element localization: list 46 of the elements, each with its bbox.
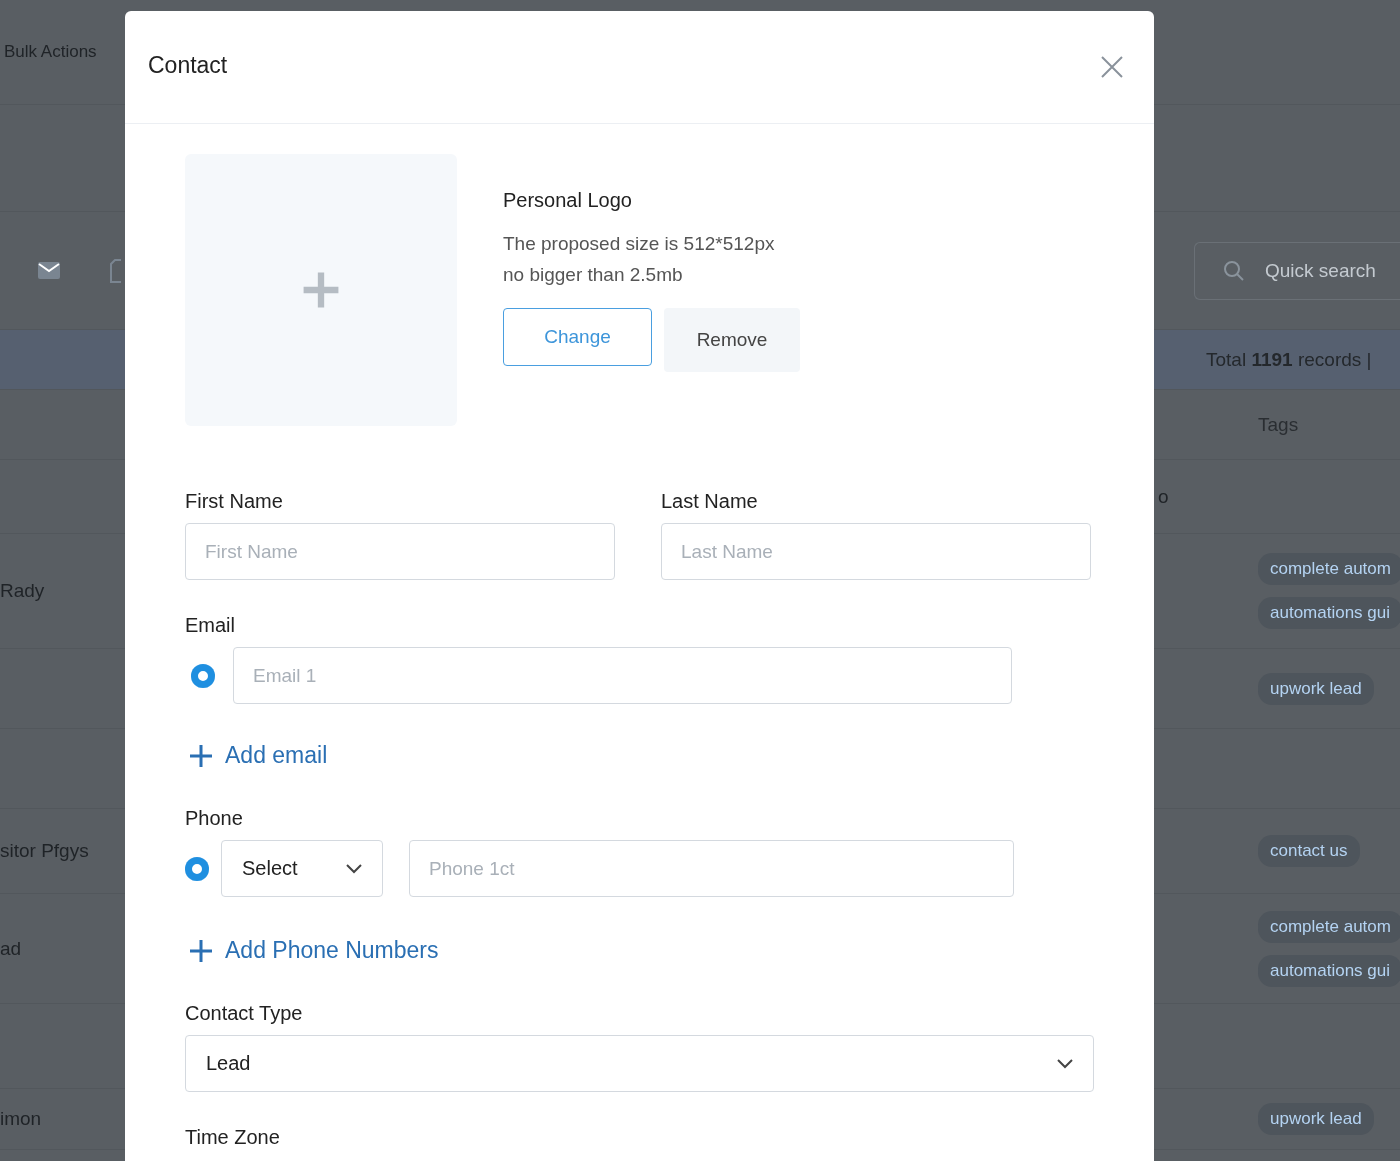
primary-radio[interactable] bbox=[185, 856, 209, 881]
field-label: Email bbox=[185, 614, 236, 637]
mail-icon[interactable] bbox=[38, 262, 60, 279]
logo-hint: no bigger than 2.5mb bbox=[503, 262, 684, 287]
tag: upwork lead bbox=[1258, 672, 1374, 705]
plus-icon bbox=[302, 271, 340, 309]
dialog-title: Contact bbox=[148, 51, 228, 79]
primary-radio[interactable] bbox=[191, 663, 215, 688]
table-cell-text: Rady bbox=[0, 580, 46, 602]
last-name-field[interactable]: Last Name bbox=[661, 523, 1091, 580]
table-cell-text: ad bbox=[0, 937, 23, 960]
search-box[interactable]: Quick search bbox=[1194, 241, 1400, 300]
table-cell-text: imon bbox=[0, 1108, 43, 1130]
change-button[interactable]: Change bbox=[503, 307, 652, 366]
contact-type-select[interactable]: Lead bbox=[185, 1035, 1094, 1092]
logo-title: Personal Logo bbox=[503, 188, 633, 212]
plus-icon bbox=[189, 743, 213, 768]
remove-button[interactable]: Remove bbox=[664, 307, 800, 372]
email-field[interactable]: Email 1 bbox=[233, 647, 1012, 704]
field-label: First Name bbox=[185, 490, 284, 513]
tag: automations gui bbox=[1258, 954, 1400, 987]
tag: complete autom bbox=[1258, 910, 1400, 943]
search-field[interactable]: Quick search bbox=[1263, 258, 1400, 283]
logo-hint: The proposed size is 512*512px bbox=[503, 231, 776, 256]
first-name-field[interactable]: First Name bbox=[185, 523, 615, 580]
field-label: Last Name bbox=[661, 490, 759, 513]
plus-icon bbox=[189, 938, 213, 963]
chevron-down-icon bbox=[1057, 1058, 1073, 1069]
field-label: Phone bbox=[185, 807, 244, 830]
add-phone-link[interactable]: Add Phone Numbers bbox=[189, 937, 439, 964]
search-icon bbox=[1223, 259, 1245, 282]
chevron-down-icon bbox=[346, 863, 362, 874]
country-select[interactable]: Select bbox=[221, 840, 383, 897]
add-email-link[interactable]: Add email bbox=[189, 742, 328, 769]
total-records-text: Total 1191 records | bbox=[1205, 348, 1373, 371]
tag: automations gui bbox=[1258, 597, 1400, 629]
field-label: Time Zone bbox=[185, 1126, 281, 1149]
document-icon[interactable] bbox=[110, 258, 122, 283]
tag: complete autom bbox=[1258, 553, 1400, 585]
tag: upwork lead bbox=[1258, 1103, 1374, 1135]
tag: contact us bbox=[1258, 835, 1360, 867]
phone-field[interactable]: Phone 1ct bbox=[409, 840, 1014, 897]
table-cell-text: o bbox=[1157, 485, 1169, 508]
field-label: Contact Type bbox=[185, 1002, 304, 1025]
table-cell-text: sitor Pfgys bbox=[0, 840, 90, 862]
close-button[interactable] bbox=[1100, 55, 1124, 79]
